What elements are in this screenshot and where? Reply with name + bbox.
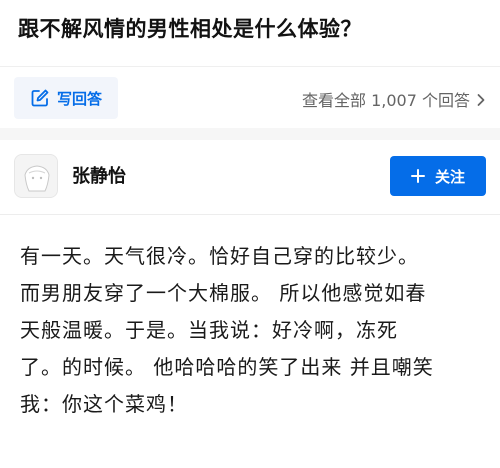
follow-button[interactable]: 关注	[390, 156, 486, 196]
chevron-right-icon	[476, 92, 486, 106]
answer-line: 有一天。天气很冷。恰好自己穿的比较少。	[20, 244, 419, 268]
view-all-answers-link[interactable]: 查看全部 1,007 个回答	[302, 87, 486, 111]
follow-label: 关注	[434, 167, 465, 186]
write-answer-label: 写回答	[56, 89, 102, 108]
answer-line: 我：你这个菜鸡！	[20, 392, 188, 416]
question-title[interactable]: 跟不解风情的男性相处是什么体验？	[18, 14, 362, 44]
answer-line: 而男朋友穿了一个大棉服。 所以他感觉如春	[20, 281, 427, 305]
avatar[interactable]	[14, 154, 58, 198]
divider	[0, 214, 500, 215]
answer-line: 了。的时候。 他哈哈哈的笑了出来 并且嘲笑	[20, 355, 434, 379]
pen-square-icon	[30, 88, 50, 108]
write-answer-button[interactable]: 写回答	[14, 77, 118, 119]
answer-line: 天般温暖。于是。当我说：好冷啊，冻死	[20, 318, 398, 342]
author-row: 张静怡 关注	[0, 140, 500, 214]
plus-icon	[410, 169, 425, 183]
section-gap	[0, 128, 500, 140]
view-all-label: 查看全部 1,007 个回答	[302, 91, 470, 110]
author-name[interactable]: 张静怡	[72, 162, 126, 188]
answer-action-bar: 写回答 查看全部 1,007 个回答	[0, 66, 500, 129]
answer-body: 有一天。天气很冷。恰好自己穿的比较少。 而男朋友穿了一个大棉服。 所以他感觉如春…	[20, 238, 490, 423]
question-header: 跟不解风情的男性相处是什么体验？	[0, 0, 500, 66]
